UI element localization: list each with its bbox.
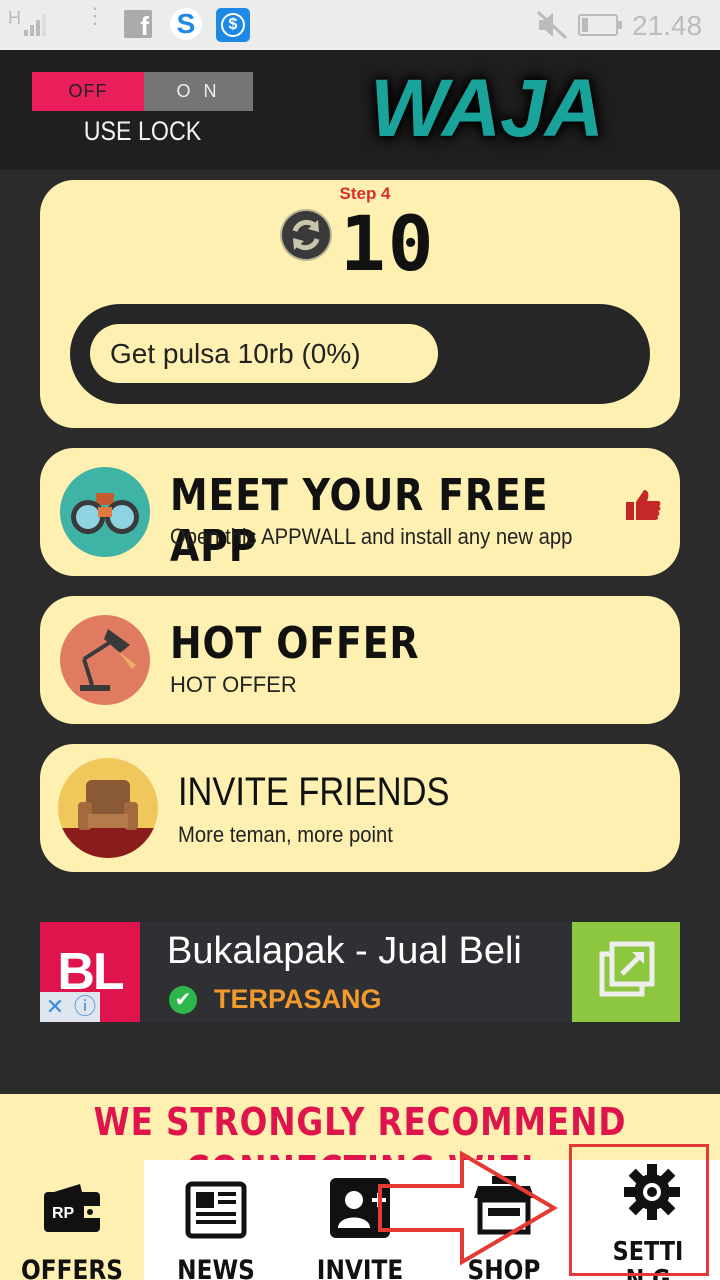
nav-news[interactable]: NEWS [144, 1160, 288, 1280]
add-user-icon [330, 1178, 390, 1238]
desk-lamp-icon [60, 615, 150, 705]
nav-label-news: NEWS [177, 1255, 255, 1280]
menu-subtitle-meet-free-app: Open this APPWALL and install any new ap… [170, 524, 573, 549]
s-app-icon: S [170, 8, 202, 40]
open-external-icon [599, 941, 655, 997]
status-time: 21.48 [632, 10, 703, 41]
dollar-app-icon: $ [216, 8, 250, 42]
toggle-on-option[interactable]: O N [144, 72, 253, 111]
armchair-icon [58, 758, 158, 858]
menu-subtitle-hot-offer: HOT OFFER [170, 672, 297, 697]
ad-banner[interactable]: BL ✕ ⓘ Bukalapak - Jual Beli ✔ TERPASANG [40, 922, 680, 1022]
settings-highlight-box [569, 1144, 709, 1276]
progress-label: Get pulsa 10rb (0%) [90, 324, 438, 383]
ad-install-status: TERPASANG [214, 984, 382, 1014]
nav-label-shop: SHOP [467, 1255, 541, 1280]
use-lock-caption: USE LOCK [83, 116, 202, 146]
menu-subtitle-invite-friends: More teman, more point [178, 822, 393, 847]
facebook-icon: f [124, 10, 152, 41]
info-icon[interactable]: ⓘ [70, 992, 100, 1022]
app-logo: WAJA [370, 63, 604, 154]
nav-invite[interactable]: INVITE [288, 1160, 432, 1280]
ad-open-button[interactable] [572, 922, 680, 1022]
menu-title-meet-free-app: MEET YOUR FREE APP [170, 470, 549, 572]
status-bar: H ⋮ f S $ 21.48 [0, 0, 720, 50]
nav-label-invite: INVITE [316, 1255, 404, 1280]
menu-title-hot-offer: HOT OFFER [170, 618, 420, 669]
invite-friends-card[interactable]: INVITE FRIENDS More teman, more point [40, 744, 680, 872]
signal-icon: H [8, 8, 46, 36]
ad-controls: ✕ ⓘ [40, 992, 100, 1022]
shop-icon [474, 1176, 534, 1235]
nav-offers[interactable]: RP OFFERS [0, 1160, 144, 1280]
thumbs-up-icon [626, 490, 661, 520]
binoculars-icon [60, 467, 150, 557]
battery-icon [578, 14, 622, 36]
toggle-off-option[interactable]: OFF [32, 72, 144, 111]
nav-shop[interactable]: SHOP [432, 1160, 576, 1280]
check-icon: ✔ [169, 986, 197, 1014]
mute-icon [536, 10, 568, 40]
svg-text:RP: RP [52, 1205, 75, 1222]
network-type: H [8, 8, 21, 28]
refresh-icon[interactable] [282, 211, 330, 259]
hot-offer-card[interactable]: HOT OFFER HOT OFFER [40, 596, 680, 724]
close-icon[interactable]: ✕ [40, 992, 70, 1022]
meet-free-app-card[interactable]: MEET YOUR FREE APP Open this APPWALL and… [40, 448, 680, 576]
newspaper-icon [185, 1181, 247, 1239]
wallet-icon: RP [44, 1184, 100, 1232]
step-count: 10 [340, 199, 436, 288]
ad-title: Bukalapak - Jual Beli [167, 930, 522, 972]
menu-dots-icon: ⋮ [84, 3, 106, 28]
app-header: OFF O N USE LOCK WAJA [0, 50, 720, 170]
menu-title-invite-friends: INVITE FRIENDS [178, 770, 450, 814]
use-lock-toggle[interactable]: OFF O N [32, 72, 253, 111]
nav-label-offers: OFFERS [21, 1255, 123, 1280]
